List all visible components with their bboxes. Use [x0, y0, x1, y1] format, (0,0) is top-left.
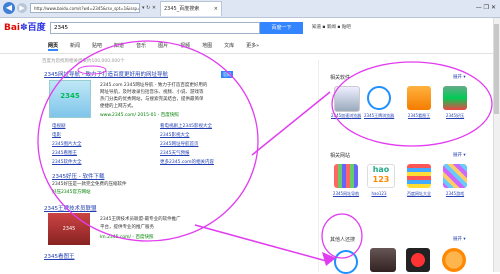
- tab-map[interactable]: 地图: [202, 42, 212, 51]
- app-icon[interactable]: [443, 86, 467, 110]
- tab-tieba[interactable]: 贴吧: [92, 42, 102, 51]
- app-caption[interactable]: 2345游戏: [440, 191, 470, 197]
- result-title[interactable]: 2345看图王: [44, 252, 75, 260]
- window-controls[interactable]: — ❐ ✕: [476, 2, 496, 14]
- expand-link[interactable]: 展开 ▾: [453, 74, 466, 80]
- tab-close-icon[interactable]: ×: [214, 2, 218, 16]
- address-bar-buttons[interactable]: ▾ ↻ ✕: [142, 3, 156, 13]
- result-snippet: 便捷的上网方式。: [100, 104, 136, 109]
- sitelink[interactable]: 看电视剧上2345影视大全: [160, 123, 212, 129]
- app-caption[interactable]: 2345王牌浏览器: [364, 113, 394, 119]
- tab-title: 2345_百度搜索: [164, 6, 200, 12]
- result-count: 百度为您找到相关结果约100,000,000个: [42, 59, 125, 64]
- result-title[interactable]: 2345王牌技术员联盟: [44, 204, 97, 212]
- scrollbar-thumb[interactable]: [494, 24, 499, 114]
- result-url[interactable]: lm.2345.com/ - 百度快照: [100, 234, 154, 240]
- ie-icon[interactable]: [334, 250, 358, 274]
- app-caption[interactable]: 百度网址大全: [404, 191, 434, 197]
- tab-music[interactable]: 音乐: [136, 42, 146, 51]
- app-icon[interactable]: [334, 164, 358, 188]
- result-snippet: 平台，提供专业的推广服务: [100, 225, 154, 230]
- result-snippet: 2345好压是一款完全免费的压缩软件: [52, 182, 127, 187]
- search-category-nav: 网页 新闻 贴吧 知道 音乐 图片 视频 地图 文库 更多»: [48, 42, 259, 51]
- expand-link[interactable]: 展开 ▾: [453, 152, 466, 158]
- app-caption[interactable]: 2345看图王: [404, 113, 434, 119]
- sitelink[interactable]: 2345影视大全: [160, 132, 189, 138]
- app-caption[interactable]: 2345加速浏览器: [331, 113, 361, 119]
- expand-link[interactable]: 展开 ▾: [453, 236, 466, 242]
- app-caption[interactable]: hao123: [364, 191, 394, 196]
- app-icon[interactable]: [370, 248, 396, 272]
- official-badge: 官网: [221, 71, 233, 78]
- paw-icon: ✽: [20, 23, 28, 33]
- search-button[interactable]: 百度一下: [260, 22, 303, 34]
- header-divider: [0, 53, 500, 54]
- sitelink[interactable]: 2345天气预报: [160, 150, 189, 156]
- tab-more[interactable]: 更多»: [246, 42, 259, 51]
- tab-images[interactable]: 图片: [158, 42, 168, 51]
- section-title: 相关软件: [330, 75, 351, 81]
- tab-news[interactable]: 新闻: [70, 42, 80, 51]
- app-caption[interactable]: 2345网址导航: [331, 191, 361, 197]
- section-title: 其他人还搜: [330, 237, 356, 243]
- sitelink[interactable]: 电影: [52, 132, 61, 138]
- forward-button[interactable]: ▶: [17, 3, 27, 13]
- app-icon[interactable]: [334, 86, 360, 112]
- tab-video[interactable]: 视频: [180, 42, 190, 51]
- app-icon[interactable]: [407, 164, 431, 188]
- app-icon[interactable]: [367, 86, 391, 110]
- browser-tab[interactable]: 2345_百度搜索 ×: [160, 1, 222, 16]
- address-bar[interactable]: http://www.baidu.com/s?wd=2345&rsv_spt=1…: [30, 3, 140, 13]
- sitelink[interactable]: 更多2345.com的相关内容: [160, 159, 214, 165]
- result-snippet: 2345王牌技术员联盟-最专业的软件推广: [100, 217, 181, 222]
- back-button[interactable]: ◀: [3, 2, 15, 14]
- result-thumbnail[interactable]: 2345: [48, 213, 90, 245]
- right-column-divider: [318, 60, 319, 272]
- result-url[interactable]: 好压2345官方网站: [52, 189, 90, 195]
- sitelink[interactable]: 2345图片大全: [52, 141, 81, 147]
- tab-zhidao[interactable]: 知道: [114, 42, 124, 51]
- result-title[interactable]: 2345好压 - 软件下载: [52, 172, 104, 180]
- app-icon[interactable]: [442, 248, 466, 272]
- app-icon[interactable]: [407, 86, 431, 110]
- tab-wenku[interactable]: 文库: [224, 42, 234, 51]
- sitelink[interactable]: 电视剧: [52, 123, 66, 129]
- result-title[interactable]: 2345网址导航 - 致力于打造百度更好用的网址导航: [44, 70, 168, 78]
- sitelink[interactable]: 2345软件大全: [52, 159, 81, 165]
- result-url[interactable]: www.2345.com/ 2015-01 - 百度快照: [100, 112, 179, 118]
- app-icon[interactable]: [406, 248, 430, 272]
- section-title: 相关网站: [330, 153, 351, 159]
- hao123-icon[interactable]: hao 123: [367, 164, 395, 188]
- sitelink[interactable]: 2345网址导航首页: [160, 141, 198, 147]
- result-snippet: 网址导航，及时收录包括音乐、视频、小说、游戏等: [100, 90, 204, 95]
- header-links[interactable]: 知道 ▪ 新闻 ▪ 贴吧: [312, 23, 351, 33]
- tab-web[interactable]: 网页: [48, 42, 59, 51]
- result-snippet: 热门分类的优秀网站，与搜索完美结合，提供最简单: [100, 97, 204, 102]
- baidu-logo[interactable]: Bai✽百度: [4, 22, 46, 34]
- sitelink[interactable]: 2345看图王: [52, 150, 77, 156]
- app-caption[interactable]: 2345好压: [440, 113, 470, 119]
- app-icon[interactable]: [443, 164, 467, 188]
- search-input[interactable]: 2345: [50, 22, 260, 34]
- result-snippet: 2345.com 2345网址导航 - 致力于打造百度更好用的: [100, 83, 208, 88]
- result-thumbnail[interactable]: 2345: [49, 80, 91, 118]
